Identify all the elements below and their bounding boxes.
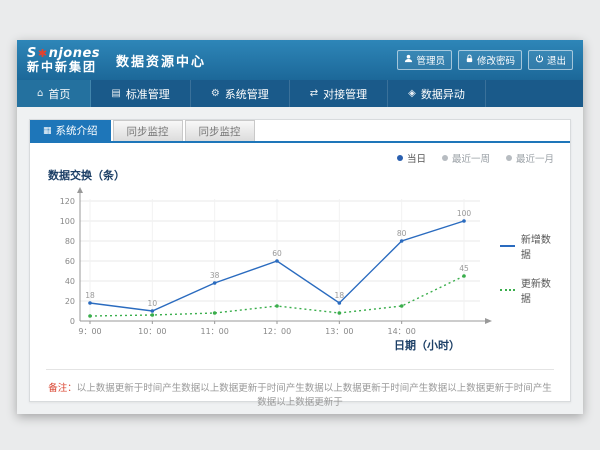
- svg-text:20: 20: [65, 297, 75, 306]
- series-legend-update-data[interactable]: 更新数据: [500, 275, 554, 305]
- chart-row: 0 20 40 60 80 100 120 9：00 10：00 11：00 12：00 13：00 1…: [46, 183, 554, 353]
- app-header: S ✱ njones 新中新集团 数据资源中心 管理员 修改密码 退出: [17, 40, 583, 80]
- svg-text:0: 0: [70, 317, 75, 326]
- series-new-data-label: 新增数据: [521, 231, 554, 261]
- series-legend: 新增数据 更新数据: [500, 231, 554, 305]
- legend-last-month[interactable]: 最近一月: [506, 151, 554, 165]
- user-icon: [404, 54, 413, 66]
- tab-sync-monitor-2-label: 同步监控: [199, 124, 241, 139]
- svg-text:38: 38: [210, 271, 220, 280]
- brand-company: 新中新集团: [27, 61, 100, 74]
- svg-text:14：00: 14：00: [387, 327, 415, 336]
- chart-y-axis-title: 数据交换（条）: [48, 167, 554, 183]
- svg-text:18: 18: [335, 291, 345, 300]
- footnote-prefix: 备注：: [48, 383, 77, 394]
- nav-item-data-changes[interactable]: ◈ 数据异动: [388, 80, 486, 107]
- home-icon: ⌂: [37, 88, 43, 99]
- legend-last-week-label: 最近一周: [452, 151, 490, 165]
- svg-text:12：00: 12：00: [263, 327, 291, 336]
- svg-text:80: 80: [65, 237, 75, 246]
- nav-item-integration-label: 对接管理: [323, 86, 367, 102]
- logo-star-icon: ✱: [38, 48, 48, 60]
- nav-item-data-changes-label: 数据异动: [421, 86, 465, 102]
- grid-icon: ▦: [43, 126, 52, 136]
- brand-name: S ✱ njones: [27, 47, 100, 61]
- change-password-button[interactable]: 修改密码: [458, 50, 522, 70]
- lock-icon: [465, 54, 474, 66]
- svg-text:9：00: 9：00: [78, 327, 101, 336]
- legend-last-month-label: 最近一月: [516, 151, 554, 165]
- card-body: 当日 最近一周 最近一月 数据交换（条） 0 20 40 60 80 100 120 9：00…: [30, 143, 570, 411]
- svg-text:100: 100: [60, 217, 75, 226]
- content-area: ▦ 系统介绍 同步监控 同步监控 当日: [17, 107, 583, 414]
- diamond-icon: ◈: [408, 88, 416, 99]
- admin-button-label: 管理员: [416, 53, 445, 67]
- svg-text:18: 18: [85, 291, 95, 300]
- svg-text:45: 45: [459, 264, 469, 273]
- app-window: S ✱ njones 新中新集团 数据资源中心 管理员 修改密码 退出 ⌂ 首页…: [17, 40, 583, 414]
- brand-logo: S ✱ njones 新中新集团: [27, 47, 100, 73]
- change-password-label: 修改密码: [477, 53, 515, 67]
- nav-item-standards-label: 标准管理: [126, 86, 170, 102]
- svg-text:80: 80: [397, 229, 407, 238]
- nav-item-system[interactable]: ⚙ 系统管理: [191, 80, 290, 107]
- nav-item-integration[interactable]: ⇄ 对接管理: [290, 80, 388, 107]
- svg-text:100: 100: [457, 209, 472, 218]
- power-icon: [535, 54, 544, 66]
- tab-sync-monitor-1-label: 同步监控: [127, 124, 169, 139]
- line-chart: 0 20 40 60 80 100 120 9：00 10：00 11：00 12：00 13：00 1…: [46, 183, 498, 341]
- nav-item-system-label: 系统管理: [225, 86, 269, 102]
- nav-item-standards[interactable]: ▤ 标准管理: [91, 80, 190, 107]
- solid-line-icon: [500, 245, 515, 247]
- svg-text:40: 40: [65, 277, 75, 286]
- dotted-line-icon: [500, 289, 515, 291]
- svg-text:60: 60: [272, 249, 282, 258]
- exchange-icon: ⇄: [310, 88, 318, 99]
- series-legend-new-data[interactable]: 新增数据: [500, 231, 554, 261]
- nav-item-home[interactable]: ⌂ 首页: [17, 80, 91, 107]
- logout-label: 退出: [547, 53, 566, 67]
- tab-sync-monitor-1[interactable]: 同步监控: [113, 120, 183, 141]
- legend-today-dot-icon: [397, 155, 403, 161]
- tab-system-intro[interactable]: ▦ 系统介绍: [30, 120, 111, 141]
- tab-system-intro-label: 系统介绍: [56, 123, 98, 138]
- chart-column: 0 20 40 60 80 100 120 9：00 10：00 11：00 12：00 13：00 1…: [46, 183, 498, 353]
- legend-last-month-dot-icon: [506, 155, 512, 161]
- brand-name-suffix: njones: [49, 47, 100, 61]
- svg-text:13：00: 13：00: [325, 327, 353, 336]
- nav-item-home-label: 首页: [48, 86, 70, 102]
- legend-last-week-dot-icon: [442, 155, 448, 161]
- time-range-legend: 当日 最近一周 最近一月: [46, 151, 554, 165]
- gear-icon: ⚙: [211, 88, 220, 99]
- chart-x-axis-title: 日期（小时）: [46, 337, 498, 353]
- page-title: 数据资源中心: [116, 51, 206, 70]
- svg-text:120: 120: [60, 197, 75, 206]
- tab-bar: ▦ 系统介绍 同步监控 同步监控: [30, 120, 570, 143]
- footnote-text: 以上数据更新于时间产生数据以上数据更新于时间产生数据以上数据更新于时间产生数据以…: [77, 383, 552, 408]
- logout-button[interactable]: 退出: [528, 50, 573, 70]
- standards-icon: ▤: [111, 88, 120, 99]
- legend-last-week[interactable]: 最近一周: [442, 151, 490, 165]
- main-nav: ⌂ 首页 ▤ 标准管理 ⚙ 系统管理 ⇄ 对接管理 ◈ 数据异动: [17, 80, 583, 107]
- svg-text:10：00: 10：00: [138, 327, 166, 336]
- brand-name-prefix: S: [27, 47, 37, 61]
- footnote: 备注：以上数据更新于时间产生数据以上数据更新于时间产生数据以上数据更新于时间产生…: [46, 369, 554, 411]
- legend-today-label: 当日: [407, 151, 426, 165]
- main-card: ▦ 系统介绍 同步监控 同步监控 当日: [29, 119, 571, 402]
- admin-button[interactable]: 管理员: [397, 50, 452, 70]
- svg-text:10: 10: [148, 299, 158, 308]
- svg-text:60: 60: [65, 257, 75, 266]
- svg-text:11：00: 11：00: [200, 327, 228, 336]
- tab-sync-monitor-2[interactable]: 同步监控: [185, 120, 255, 141]
- legend-today[interactable]: 当日: [397, 151, 426, 165]
- series-update-data-label: 更新数据: [521, 275, 554, 305]
